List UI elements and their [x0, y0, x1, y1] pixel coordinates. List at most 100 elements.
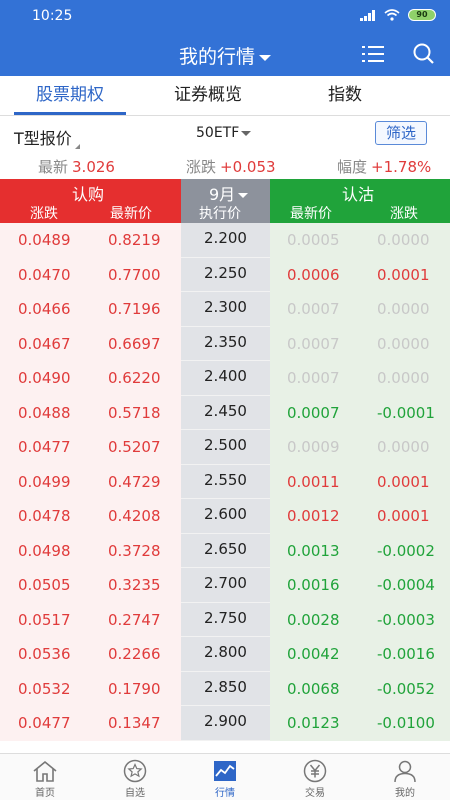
summary-change-value: +0.053	[220, 158, 276, 176]
call-last-header: 最新价	[110, 206, 152, 222]
tab-bar: 股票期权 证券概览 指数	[0, 76, 450, 116]
nav-watchlist[interactable]: 自选	[90, 754, 180, 801]
strike-cell: 2.450	[204, 401, 247, 420]
table-row[interactable]: 0.0517 0.2747 2.750 0.0028 -0.0003	[0, 602, 450, 637]
strike-cell: 2.550	[204, 470, 247, 489]
nav-trade-label: 交易	[305, 788, 325, 799]
call-change-cell: 0.0488	[18, 403, 71, 422]
table-row[interactable]: 0.0470 0.7700 2.250 0.0006 0.0001	[0, 257, 450, 292]
table-row[interactable]: 0.0498 0.3728 2.650 0.0013 -0.0002	[0, 533, 450, 568]
table-row[interactable]: 0.0532 0.1790 2.850 0.0068 -0.0052	[0, 671, 450, 706]
table-row[interactable]: 0.0489 0.8219 2.200 0.0005 0.0000	[0, 223, 450, 258]
put-change-cell: 0.0001	[377, 265, 430, 284]
put-change-cell: -0.0003	[377, 610, 435, 629]
search-icon[interactable]	[412, 42, 436, 66]
corner-triangle-icon	[74, 144, 80, 149]
month-selector[interactable]: 9月	[209, 181, 249, 205]
app-header: 我的行情	[0, 32, 450, 76]
summary-pct-label: 幅度	[337, 158, 368, 176]
call-last-cell: 0.7700	[108, 265, 161, 284]
put-header: 认沽 最新价 涨跌	[270, 179, 450, 223]
list-menu-icon[interactable]	[362, 44, 384, 64]
call-change-cell: 0.0470	[18, 265, 71, 284]
nav-trade[interactable]: 交易	[270, 754, 360, 801]
strike-cell: 2.250	[204, 263, 247, 282]
nav-watchlist-label: 自选	[125, 788, 145, 799]
status-time: 10:25	[32, 8, 73, 24]
put-last-header: 最新价	[290, 206, 332, 222]
call-change-cell: 0.0505	[18, 576, 71, 594]
call-last-cell: 0.4729	[108, 472, 161, 491]
put-last-cell: 0.0013	[287, 541, 340, 560]
chevron-down-icon	[259, 54, 271, 61]
filter-button[interactable]: 筛选	[375, 121, 427, 145]
quote-type-label: T型报价	[14, 129, 72, 148]
table-row[interactable]: 0.0505 0.3235 2.700 0.0016 -0.0004	[0, 568, 450, 603]
underlying-selector[interactable]: 50ETF	[196, 125, 252, 141]
strike-cell: 2.200	[204, 229, 247, 247]
table-row[interactable]: 0.0477 0.1347 2.900 0.0123 -0.0100	[0, 706, 450, 741]
put-last-cell: 0.0068	[287, 679, 340, 698]
put-last-cell: 0.0005	[287, 231, 340, 249]
call-last-cell: 0.6697	[108, 334, 161, 353]
battery-icon: 90	[408, 9, 436, 21]
call-change-cell: 0.0466	[18, 300, 71, 318]
put-last-cell: 0.0006	[287, 265, 340, 284]
tab-index[interactable]: 指数	[295, 76, 395, 116]
strike-cell: 2.750	[204, 608, 247, 627]
put-change-header: 涨跌	[390, 206, 418, 222]
put-last-cell: 0.0011	[287, 472, 340, 491]
nav-mine[interactable]: 我的	[360, 754, 450, 801]
call-change-cell: 0.0467	[18, 334, 71, 353]
call-last-cell: 0.7196	[108, 300, 161, 318]
put-change-cell: -0.0016	[377, 645, 435, 663]
nav-home-label: 首页	[35, 788, 55, 799]
nav-market[interactable]: 行情	[180, 754, 270, 801]
nav-home[interactable]: 首页	[0, 754, 90, 801]
options-t-quote-table[interactable]: 0.0489 0.8219 2.200 0.0005 0.0000 0.0470 0.770…	[0, 223, 450, 753]
table-row[interactable]: 0.0467 0.6697 2.350 0.0007 0.0000	[0, 326, 450, 361]
underlying-summary: 最新 3.026 涨跌 +0.053 幅度 +1.78%	[0, 153, 450, 179]
call-last-cell: 0.5207	[108, 438, 161, 456]
put-last-cell: 0.0123	[287, 714, 340, 732]
call-change-cell: 0.0536	[18, 645, 71, 663]
put-last-cell: 0.0007	[287, 369, 340, 387]
call-header: 认购 涨跌 最新价	[0, 179, 181, 223]
table-row[interactable]: 0.0466 0.7196 2.300 0.0007 0.0000	[0, 292, 450, 327]
call-change-cell: 0.0477	[18, 438, 71, 456]
call-change-cell: 0.0532	[18, 679, 71, 698]
put-change-cell: -0.0100	[377, 714, 435, 732]
table-row[interactable]: 0.0478 0.4208 2.600 0.0012 0.0001	[0, 499, 450, 534]
quote-type-selector[interactable]: T型报价	[14, 125, 80, 149]
underlying-label: 50ETF	[196, 125, 240, 141]
active-tab-indicator	[14, 112, 126, 115]
call-change-cell: 0.0517	[18, 610, 71, 629]
summary-pct: 幅度 +1.78%	[337, 156, 431, 177]
table-row[interactable]: 0.0490 0.6220 2.400 0.0007 0.0000	[0, 361, 450, 396]
month-label: 9月	[209, 185, 236, 204]
star-icon	[123, 759, 147, 783]
table-row[interactable]: 0.0477 0.5207 2.500 0.0009 0.0000	[0, 430, 450, 465]
call-change-cell: 0.0499	[18, 472, 71, 491]
yen-icon	[303, 759, 327, 783]
call-change-header: 涨跌	[30, 206, 58, 222]
put-last-cell: 0.0028	[287, 610, 340, 629]
strike-cell: 2.300	[204, 298, 247, 316]
bottom-nav: 首页 自选 行情 交易 我的	[0, 753, 450, 800]
tab-stock-options[interactable]: 股票期权	[14, 76, 126, 116]
table-row[interactable]: 0.0499 0.4729 2.550 0.0011 0.0001	[0, 464, 450, 499]
table-row[interactable]: 0.0488 0.5718 2.450 0.0007 -0.0001	[0, 395, 450, 430]
chart-icon	[214, 761, 236, 781]
strike-cell: 2.350	[204, 332, 247, 351]
put-change-cell: -0.0052	[377, 679, 435, 698]
strike-col-header: 执行价	[199, 206, 241, 222]
nav-mine-label: 我的	[395, 788, 415, 799]
put-change-cell: 0.0000	[377, 300, 430, 318]
summary-change: 涨跌 +0.053	[186, 156, 276, 177]
strike-cell: 2.650	[204, 539, 247, 558]
table-row[interactable]: 0.0536 0.2266 2.800 0.0042 -0.0016	[0, 637, 450, 672]
put-last-cell: 0.0007	[287, 403, 340, 422]
status-icons: 90	[360, 9, 436, 21]
put-change-cell: 0.0000	[377, 438, 430, 456]
tab-securities-overview[interactable]: 证券概览	[152, 76, 264, 116]
